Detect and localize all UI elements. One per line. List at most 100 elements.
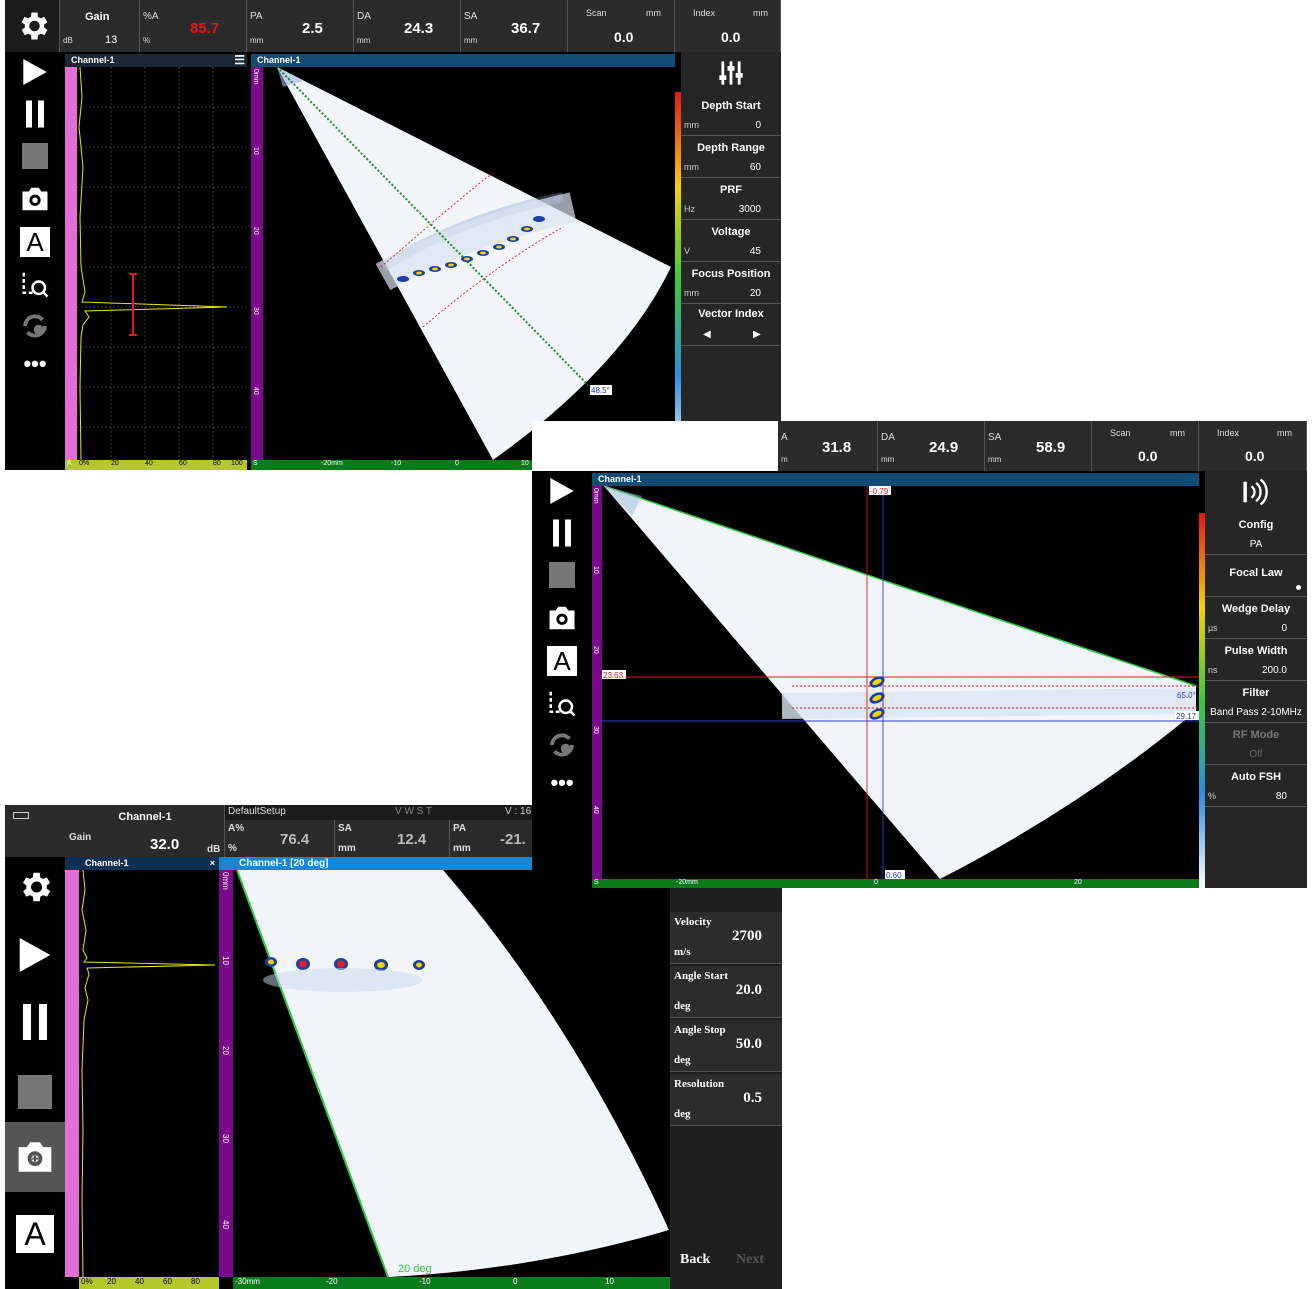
s1-ascan-plot (77, 67, 247, 460)
s3-settings-panel: Velocity 2700 m/s Angle Start 20.0 deg A… (670, 888, 782, 1289)
s2-sa-label: SA (988, 432, 1002, 443)
s1-depth-20: 20 (252, 227, 259, 235)
s1-scan-unit: mm (646, 8, 661, 18)
annotation-a-icon[interactable]: A (5, 1199, 65, 1269)
s2-wave-icon[interactable] (1205, 471, 1307, 513)
s1-da-label: DA (357, 11, 371, 22)
s1-pct-20: 20 (111, 460, 119, 467)
s1-vector-index-title: Vector Index (698, 308, 764, 320)
s3-channel-title: Channel-1 (118, 811, 172, 823)
s1-vector-prev-icon[interactable]: ◀ (703, 329, 711, 340)
s1-settings-gear-icon[interactable] (5, 6, 60, 46)
s1-vector-next-icon[interactable]: ▶ (753, 329, 761, 340)
s3-sa-label: SA (338, 823, 352, 834)
settings-gear-icon[interactable] (5, 857, 65, 917)
s1-x-m10: -10 (391, 460, 402, 467)
s1-play-icon[interactable] (5, 52, 65, 92)
s3-sscan-x-labels: -30mm -20 -10 0 10 (233, 1277, 670, 1289)
s3-gain-value: 32.0 (150, 836, 180, 853)
s3-sscan-plot: 20 deg (236, 870, 669, 1277)
s2-depth-30: 30 (592, 726, 599, 734)
s2-play-icon[interactable] (532, 471, 592, 511)
s1-depth-start-item[interactable]: Depth Start mm 0 (681, 94, 781, 136)
s1-vector-index-item[interactable]: Vector Index ◀ ▶ (681, 304, 781, 346)
s2-index-unit: mm (1277, 428, 1292, 438)
s2-config-item[interactable]: Config PA (1205, 513, 1307, 555)
s2-sscan-x-labels: S -20mm 0 20 (592, 879, 1199, 888)
s2-reflector-echoes (869, 676, 885, 720)
s1-voltage-item[interactable]: Voltage V 45 (681, 220, 781, 262)
s3-depth-0: 0mm (221, 872, 230, 890)
s1-more-icon[interactable]: ••• (5, 348, 65, 380)
s3-pct-20: 20 (107, 1277, 116, 1286)
s1-pause-icon[interactable] (5, 94, 65, 134)
s3-panel-2[interactable]: Angle Stop 50.0 deg (670, 1020, 782, 1072)
s2-wedge-delay-item[interactable]: Wedge Delay µs 0 (1205, 597, 1307, 639)
s1-ascan-channel-bar: Channel-1 ☰ (65, 54, 247, 67)
s1-annotation-a-icon[interactable]: A (5, 222, 65, 262)
s2-annotation-a-icon[interactable]: A (532, 641, 592, 681)
s3-ascan-plot (81, 870, 216, 1277)
s1-pct-40: 40 (145, 460, 153, 467)
s2-filter-title: Filter (1242, 687, 1270, 699)
s3-x-m30: -30mm (235, 1277, 260, 1286)
s2-blank-header (532, 421, 778, 471)
s3-panel-1[interactable]: Angle Start 20.0 deg (670, 966, 782, 1018)
s3-sscan-channel-label: Channel-1 [20 deg] (239, 858, 329, 869)
camera-icon[interactable] (5, 1122, 65, 1192)
s1-focus-position-item[interactable]: Focus Position mm 20 (681, 262, 781, 304)
s1-camera-icon[interactable] (5, 179, 65, 219)
s3-panel-3[interactable]: Resolution 0.5 deg (670, 1074, 782, 1126)
s3-next-button[interactable]: Next (736, 1252, 764, 1268)
s1-da-unit: mm (357, 36, 371, 45)
s1-prf-item[interactable]: PRF Hz 3000 (681, 178, 781, 220)
s3-back-button[interactable]: Back (680, 1252, 710, 1268)
s3-velocity-unit: m/s (674, 946, 691, 958)
s3-depth-10: 10 (221, 956, 230, 965)
s2-pa-label: A (781, 432, 788, 443)
s2-depth-40: 40 (592, 806, 599, 814)
s1-depth-30: 30 (252, 307, 259, 315)
stop-icon[interactable] (5, 1062, 65, 1122)
s2-more-icon[interactable]: ••• (532, 767, 592, 799)
s3-setup-name: DefaultSetup (228, 806, 286, 817)
s1-pct-60: 60 (179, 460, 187, 467)
s1-prf-title: PRF (720, 184, 742, 196)
s2-zoom-icon[interactable] (532, 683, 592, 723)
play-icon[interactable] (5, 925, 65, 985)
s3-pct-0: 0% (81, 1277, 93, 1286)
s1-da-value: 24.3 (404, 20, 434, 37)
s3-angle-start-value: 20.0 (735, 982, 762, 998)
s1-gain-value: 13 (105, 34, 118, 46)
s2-toolbar: A ••• (532, 471, 592, 888)
s2-rf-mode-item[interactable]: RF Mode Off (1205, 723, 1307, 765)
s2-pause-icon[interactable] (532, 513, 592, 553)
s1-stop-icon[interactable] (5, 136, 65, 176)
s2-pulse-width-item[interactable]: Pulse Width ns 200.0 (1205, 639, 1307, 681)
s2-sscan-channel-label: Channel-1 (598, 474, 642, 484)
s1-zoom-icon[interactable] (5, 264, 65, 304)
s1-tuning-icon[interactable] (681, 52, 781, 94)
s2-settings-panel: Config PA Focal Law Wedge Delay µs 0 Pul… (1205, 471, 1307, 888)
s1-rotate-zoom-icon[interactable] (5, 306, 65, 346)
s2-auto-fsh-item[interactable]: Auto FSH % 80 (1205, 765, 1307, 807)
s2-cursor-left-label: 23.63 (603, 671, 624, 680)
s1-angle-label: 48.5° (591, 386, 610, 395)
s3-pa-value: -21. (500, 831, 526, 848)
s1-pa-unit: mm (250, 36, 264, 45)
s2-focal-law-item[interactable]: Focal Law (1205, 555, 1307, 597)
s1-depth-range-item[interactable]: Depth Range mm 60 (681, 136, 781, 178)
s2-cursor-top-label: -0.79 (870, 487, 889, 496)
s3-angle-stop-title: Angle Stop (674, 1024, 726, 1036)
s2-camera-icon[interactable] (532, 598, 592, 638)
s2-stop-icon[interactable] (532, 555, 592, 595)
s3-panel-0[interactable]: Velocity 2700 m/s (670, 912, 782, 964)
s2-sa-unit: mm (988, 455, 1002, 464)
s1-menu-icon[interactable]: ☰ (234, 54, 245, 67)
screenshot-1: Gain dB 13 %A % 85.7 PA mm 2.5 DA mm 24.… (5, 0, 781, 470)
s2-rotate-zoom-icon[interactable] (532, 725, 592, 765)
s3-ascan-close-icon[interactable]: × (210, 857, 215, 870)
s2-filter-item[interactable]: Filter Band Pass 2-10MHz (1205, 681, 1307, 723)
s1-pctA-label: %A (143, 11, 159, 22)
pause-icon[interactable] (5, 992, 65, 1052)
